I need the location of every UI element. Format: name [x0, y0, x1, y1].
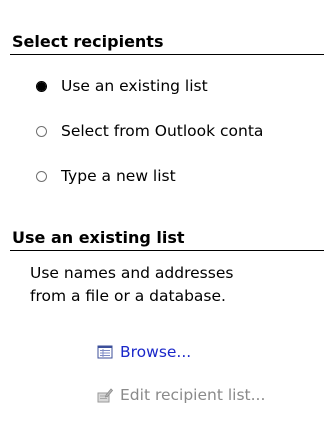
radio-button[interactable] — [36, 170, 47, 182]
edit-recipient-list-link: Edit recipient list... — [97, 384, 265, 406]
radio-use-existing-list[interactable]: Use an existing list — [36, 75, 208, 97]
browse-link[interactable]: Browse... — [97, 341, 191, 363]
radio-label: Select from Outlook conta — [61, 122, 264, 140]
radio-button-checked[interactable] — [36, 80, 47, 92]
radio-select-outlook-contacts[interactable]: Select from Outlook conta — [36, 120, 263, 142]
section-divider — [10, 250, 324, 251]
description-text: Use names and addresses from a file or a… — [30, 262, 320, 308]
radio-label: Type a new list — [61, 167, 176, 185]
browse-label: Browse... — [120, 343, 192, 361]
radio-type-new-list[interactable]: Type a new list — [36, 165, 176, 187]
description-line: Use names and addresses — [30, 264, 234, 282]
radio-button[interactable] — [36, 125, 47, 137]
section-divider — [10, 54, 324, 55]
select-recipients-header: Select recipients — [12, 32, 164, 51]
edit-recipient-list-label: Edit recipient list... — [120, 386, 266, 404]
address-book-icon — [97, 345, 113, 359]
description-line: from a file or a database. — [30, 287, 226, 305]
edit-list-icon — [97, 388, 113, 403]
use-existing-list-header: Use an existing list — [12, 228, 185, 247]
mail-merge-task-pane: Select recipients Use an existing list S… — [0, 0, 324, 427]
radio-label: Use an existing list — [61, 77, 208, 95]
